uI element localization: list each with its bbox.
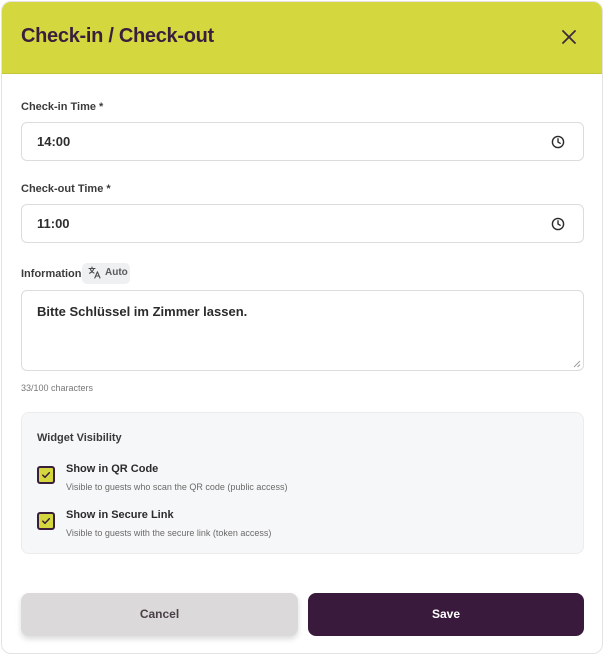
checkin-checkout-dialog: Check-in / Check-out Check-in Time * 14:… [1, 1, 603, 654]
qr-code-checkbox[interactable] [37, 466, 55, 484]
auto-translate-badge[interactable]: Auto [82, 263, 130, 284]
translate-icon [88, 266, 101, 279]
information-label: Information [21, 268, 82, 280]
show-in-secure-link-option[interactable]: Show in Secure Link Visible to guests wi… [37, 509, 557, 545]
character-counter: 33/100 characters [21, 383, 94, 393]
secure-link-option-description: Visible to guests with the secure link (… [66, 528, 272, 538]
clock-icon[interactable] [551, 217, 565, 231]
widget-visibility-panel: Widget Visibility Show in QR Code Visibl… [21, 412, 584, 554]
secure-link-option-label: Show in Secure Link [66, 509, 174, 521]
check-icon [42, 471, 51, 479]
checkin-time-input[interactable]: 14:00 [21, 122, 584, 161]
checkout-time-label: Check-out Time * [21, 183, 111, 195]
auto-badge-label: Auto [105, 267, 128, 278]
save-button[interactable]: Save [308, 593, 584, 636]
show-in-qr-code-option[interactable]: Show in QR Code Visible to guests who sc… [37, 463, 557, 499]
checkin-time-label: Check-in Time * [21, 101, 104, 113]
cancel-button[interactable]: Cancel [21, 593, 298, 636]
widget-visibility-title: Widget Visibility [37, 432, 122, 444]
clock-icon[interactable] [551, 135, 565, 149]
qr-code-option-description: Visible to guests who scan the QR code (… [66, 482, 288, 492]
information-value: Bitte Schlüssel im Zimmer lassen. [37, 304, 248, 319]
dialog-title: Check-in / Check-out [21, 25, 214, 47]
secure-link-checkbox[interactable] [37, 512, 55, 530]
information-textarea[interactable]: Bitte Schlüssel im Zimmer lassen. [21, 290, 584, 371]
checkout-time-value: 11:00 [37, 216, 70, 231]
close-button[interactable] [558, 26, 580, 48]
close-icon [562, 30, 576, 44]
checkout-time-input[interactable]: 11:00 [21, 204, 584, 243]
qr-code-option-label: Show in QR Code [66, 463, 159, 475]
dialog-header: Check-in / Check-out [2, 2, 602, 74]
checkin-time-value: 14:00 [37, 134, 71, 149]
resize-handle-icon[interactable] [573, 360, 581, 368]
check-icon [42, 517, 51, 525]
